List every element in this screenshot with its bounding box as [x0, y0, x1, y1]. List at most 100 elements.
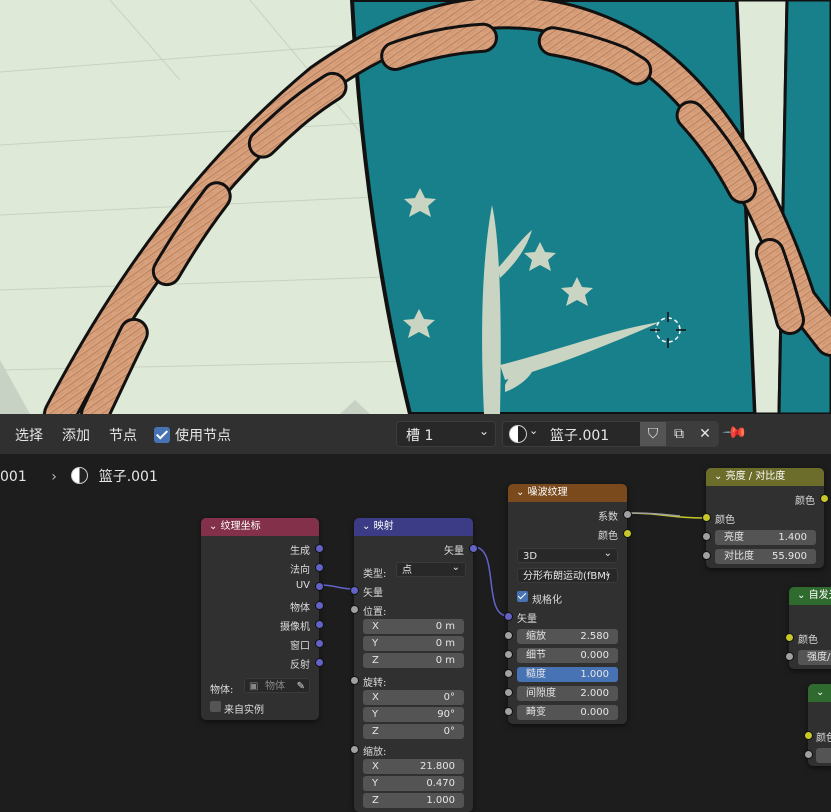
emission-color-label: 颜色 [798, 635, 818, 646]
socket-brightness[interactable] [702, 532, 711, 541]
chevron-down-icon: ⌄ [529, 424, 539, 437]
mapping-header[interactable]: ⌄ 映射 [354, 518, 473, 536]
location-y-label: Y [372, 638, 379, 649]
partial-node[interactable]: ⌄ 颜色 [804, 684, 831, 766]
scale-z-field[interactable]: Z 1.000 [363, 793, 464, 808]
chevron-down-icon[interactable]: ⌄ [516, 487, 524, 498]
scale-x-field[interactable]: X 21.800 [363, 759, 464, 774]
from-instancer-checkbox[interactable] [210, 701, 221, 712]
socket-roughness[interactable] [504, 669, 513, 678]
emission-strength-field[interactable]: 强度/ [798, 650, 831, 665]
socket-camera[interactable] [315, 620, 324, 629]
noise-detail-value: 0.000 [580, 650, 609, 661]
socket-color-out[interactable] [623, 529, 632, 538]
output-generated: 生成 [290, 546, 310, 557]
socket-scale[interactable] [350, 745, 359, 754]
location-label: 位置: [363, 607, 387, 618]
location-z-field[interactable]: Z 0 m [363, 653, 464, 668]
duplicate-icon[interactable]: ⧉ [666, 422, 692, 446]
dimensions-dropdown[interactable]: 3D [517, 546, 618, 563]
emission-header[interactable]: ⌄ 自发光 [789, 587, 831, 605]
socket-input[interactable] [804, 750, 813, 759]
socket-window[interactable] [315, 639, 324, 648]
socket-vector-out[interactable] [469, 544, 478, 553]
socket-object[interactable] [315, 601, 324, 610]
pin-icon[interactable]: 📌 [721, 419, 749, 447]
node-menu[interactable]: 节点 [109, 425, 137, 445]
mapping-type-dropdown[interactable]: 点 [396, 560, 466, 577]
chevron-down-icon[interactable]: ⌄ [714, 471, 722, 482]
partial-field[interactable] [816, 748, 831, 763]
mapping-node[interactable]: ⌄ 映射 矢量 类型: 点 矢量 位置: X0 m Y0 m Z0 m 旋转: … [350, 518, 478, 812]
chevron-down-icon[interactable]: ⌄ [209, 521, 217, 532]
socket-color-in[interactable] [785, 633, 794, 642]
socket-normal[interactable] [315, 563, 324, 572]
noise-texture-node[interactable]: ⌄ 噪波纹理 系数 颜色 3D 分形布朗运动(fBM) 规格化 矢量 缩放 2.5… [504, 484, 632, 724]
location-y-field[interactable]: Y 0 m [363, 636, 464, 651]
brightness-header[interactable]: ⌄ 亮度 / 对比度 [706, 468, 824, 486]
socket-strength[interactable] [785, 652, 794, 661]
brightness-contrast-node[interactable]: ⌄ 亮度 / 对比度 颜色 颜色 亮度 1.400 对比度 55.900 [702, 468, 829, 568]
rotation-y-field[interactable]: Y 90° [363, 707, 464, 722]
rotation-z-field[interactable]: Z 0° [363, 724, 464, 739]
socket-scale[interactable] [504, 631, 513, 640]
material-selector[interactable]: ⌄ 篮子.001 ⛉ ⧉ ✕ [502, 421, 719, 447]
chevron-down-icon[interactable]: ⌄ [797, 590, 805, 601]
noise-roughness-field[interactable]: 糙度 1.000 [517, 667, 618, 682]
chevron-down-icon[interactable]: ⌄ [362, 521, 370, 532]
socket-vector-in[interactable] [504, 612, 513, 621]
location-x-field[interactable]: X 0 m [363, 619, 464, 634]
material-name-field[interactable]: 篮子.001 [550, 425, 609, 445]
noise-distortion-field[interactable]: 畸变 0.000 [517, 705, 618, 720]
socket-rotation[interactable] [350, 676, 359, 685]
normalize-label: 规格化 [532, 595, 562, 606]
emission-node[interactable]: ⌄ 自发光 颜色 强度/ [785, 587, 831, 669]
use-nodes-toggle[interactable]: 使用节点 [154, 425, 231, 445]
socket-color-out[interactable] [820, 494, 829, 503]
material-sphere-icon[interactable] [509, 425, 527, 443]
brightness-field[interactable]: 亮度 1.400 [715, 530, 816, 545]
noise-type-dropdown[interactable]: 分形布朗运动(fBM) [517, 566, 618, 583]
socket-distortion[interactable] [504, 707, 513, 716]
socket-location[interactable] [350, 605, 359, 614]
output-object: 物体 [290, 603, 310, 614]
noise-scale-field[interactable]: 缩放 2.580 [517, 629, 618, 644]
socket-color-in[interactable] [702, 513, 711, 522]
texcoord-header[interactable]: ⌄ 纹理坐标 [201, 518, 319, 536]
partial-header[interactable]: ⌄ [808, 684, 831, 702]
socket-uv[interactable] [315, 582, 324, 591]
slot-dropdown[interactable]: 槽 1 ⌄ [396, 421, 496, 447]
scale-y-field[interactable]: Y 0.470 [363, 776, 464, 791]
object-field[interactable]: ▣ 物体 ✎ [244, 676, 310, 694]
chevron-down-icon[interactable]: ⌄ [816, 687, 824, 698]
normalize-checkbox[interactable] [517, 591, 528, 602]
noise-lacunarity-field[interactable]: 间隙度 2.000 [517, 686, 618, 701]
noise-header[interactable]: ⌄ 噪波纹理 [508, 484, 627, 502]
output-factor: 系数 [598, 512, 618, 523]
socket-factor-out[interactable] [623, 510, 632, 519]
socket-generated[interactable] [315, 544, 324, 553]
3d-viewport[interactable] [0, 0, 831, 414]
texture-coordinate-node[interactable]: ⌄ 纹理坐标 生成 法向 UV 物体 摄像机 窗口 反射 物体: ▣ 物体 ✎ … [201, 518, 324, 720]
socket-lacunarity[interactable] [504, 688, 513, 697]
socket-reflection[interactable] [315, 658, 324, 667]
use-nodes-checkbox[interactable] [154, 427, 170, 443]
rotation-x-field[interactable]: X 0° [363, 690, 464, 705]
socket-detail[interactable] [504, 650, 513, 659]
noise-distortion-value: 0.000 [580, 707, 609, 718]
node-editor-canvas[interactable]: ⌄ 纹理坐标 生成 法向 UV 物体 摄像机 窗口 反射 物体: ▣ 物体 ✎ … [0, 454, 831, 812]
socket-vector-in[interactable] [350, 586, 359, 595]
socket-color-in[interactable] [804, 731, 813, 740]
noise-detail-field[interactable]: 细节 0.000 [517, 648, 618, 663]
fake-user-shield-icon[interactable]: ⛉ [640, 422, 666, 446]
chevron-down-icon: ⌄ [478, 424, 489, 438]
socket-contrast[interactable] [702, 551, 711, 560]
select-menu[interactable]: 选择 [15, 425, 43, 445]
object-label: 物体: [210, 685, 234, 696]
eyedropper-icon[interactable]: ✎ [297, 679, 305, 694]
add-menu[interactable]: 添加 [62, 425, 90, 445]
output-uv: UV [295, 580, 310, 591]
object-cube-icon: ▣ [249, 681, 259, 692]
contrast-field[interactable]: 对比度 55.900 [715, 549, 816, 564]
close-icon[interactable]: ✕ [692, 422, 718, 446]
